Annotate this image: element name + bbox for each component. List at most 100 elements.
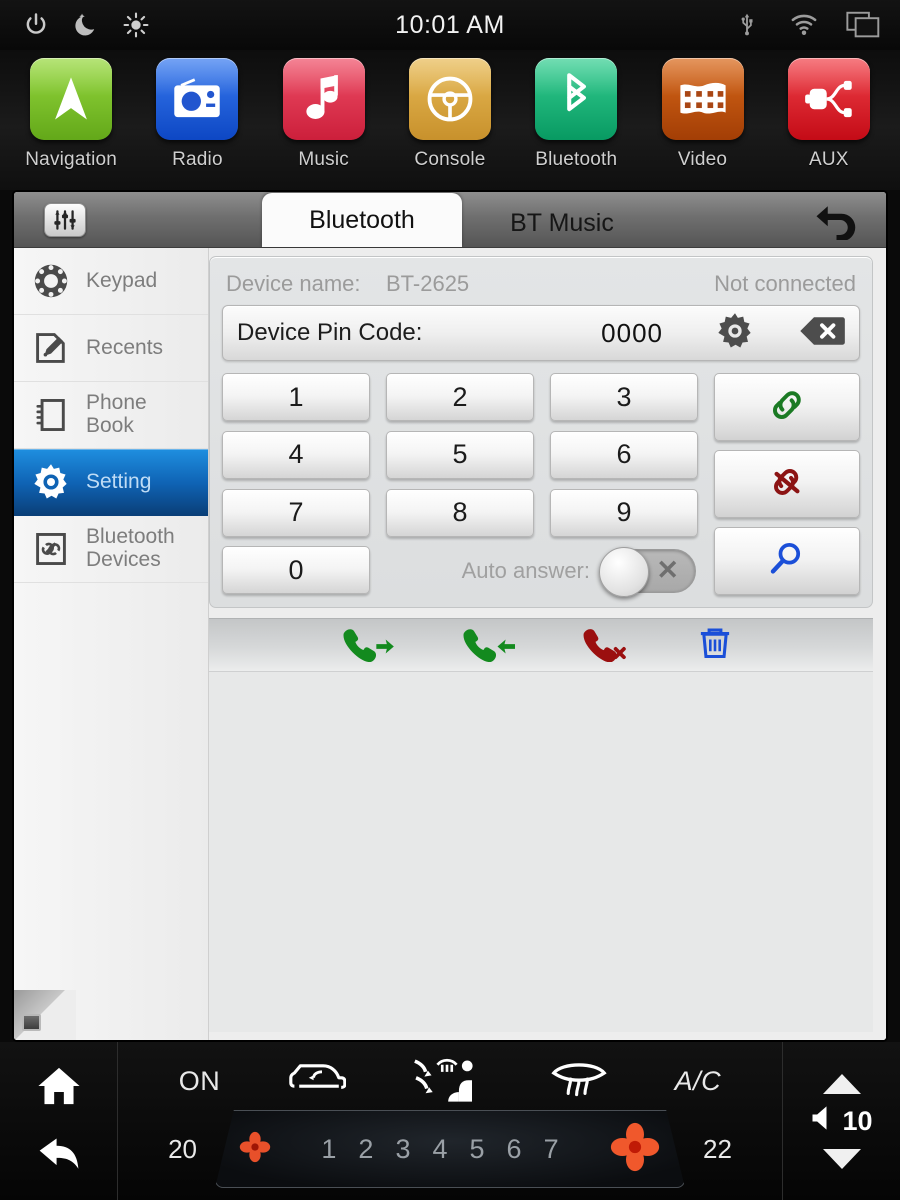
app-console[interactable]: Console bbox=[391, 58, 509, 171]
air-recirculate-icon[interactable] bbox=[286, 1058, 347, 1105]
fan-speed-panel[interactable]: 1 2 3 4 5 6 7 bbox=[215, 1110, 685, 1188]
triangle-up-icon[interactable] bbox=[822, 1073, 861, 1094]
equalizer-icon[interactable] bbox=[44, 202, 86, 237]
app-aux[interactable]: AUX bbox=[770, 58, 888, 171]
search-button[interactable] bbox=[714, 527, 860, 595]
delete-button[interactable] bbox=[695, 623, 735, 668]
rear-defrost-icon[interactable] bbox=[549, 1057, 609, 1106]
climate-on-label[interactable]: ON bbox=[179, 1066, 221, 1097]
outgoing-call-button[interactable] bbox=[339, 624, 395, 667]
backspace-icon[interactable] bbox=[799, 315, 845, 352]
fan-level[interactable]: 3 bbox=[395, 1135, 410, 1163]
key-5[interactable]: 5 bbox=[386, 430, 534, 479]
music-note-icon bbox=[282, 58, 365, 140]
auto-answer-toggle[interactable]: ✕ bbox=[599, 546, 696, 597]
temp-left[interactable]: 20 bbox=[168, 1134, 197, 1165]
magnifier-icon bbox=[766, 538, 808, 585]
sidebar-item-label: Phone Book bbox=[86, 391, 147, 437]
incoming-call-button[interactable] bbox=[459, 624, 515, 667]
fan-icon[interactable] bbox=[238, 1130, 272, 1169]
sidebar: Keypad Recents Phone Book Setting Blueto… bbox=[14, 248, 209, 1040]
key-7[interactable]: 7 bbox=[222, 488, 370, 537]
app-label: Music bbox=[298, 149, 350, 170]
sidebar-item-label: Bluetooth Devices bbox=[86, 525, 175, 571]
usb-icon bbox=[734, 11, 762, 39]
app-label: Video bbox=[677, 149, 728, 170]
app-label: Console bbox=[414, 149, 486, 170]
status-bar: 10:01 AM bbox=[0, 0, 900, 50]
tab-bluetooth[interactable]: Bluetooth bbox=[262, 193, 462, 247]
sidebar-item-recents[interactable]: Recents bbox=[14, 315, 208, 382]
volume-readout: 10 bbox=[810, 1104, 873, 1139]
tab-bt-music[interactable]: BT Music bbox=[462, 199, 662, 247]
fan-level-list: 1 2 3 4 5 6 7 bbox=[321, 1135, 559, 1163]
key-1[interactable]: 1 bbox=[222, 373, 370, 421]
app-launcher: Navigation Radio Music Console Bluetooth bbox=[0, 50, 900, 190]
app-label: Bluetooth bbox=[535, 149, 618, 170]
key-2[interactable]: 2 bbox=[386, 373, 534, 421]
triangle-down-icon[interactable] bbox=[822, 1148, 861, 1169]
phone-book-icon bbox=[30, 394, 72, 436]
connection-status: Not connected bbox=[714, 271, 856, 296]
fan-icon[interactable] bbox=[608, 1120, 662, 1179]
pin-code-value: 0000 bbox=[601, 317, 663, 348]
infotainment-screen: 10:01 AM Navigation Radio Music Console … bbox=[0, 0, 900, 1200]
key-3[interactable]: 3 bbox=[550, 373, 698, 421]
key-8[interactable]: 8 bbox=[386, 488, 534, 537]
fan-level[interactable]: 6 bbox=[507, 1135, 522, 1163]
end-call-button[interactable] bbox=[579, 624, 631, 667]
window-resize-corner[interactable] bbox=[14, 990, 76, 1040]
keypad-zone: 1 2 3 4 5 6 7 8 9 0 Auto answer: ✕ bbox=[222, 373, 860, 597]
sidebar-item-label: Setting bbox=[86, 469, 152, 493]
multi-window-icon[interactable] bbox=[846, 11, 880, 39]
app-music[interactable]: Music bbox=[265, 58, 383, 171]
app-radio[interactable]: Radio bbox=[138, 58, 256, 171]
climate-icon-row: ON A/C bbox=[118, 1042, 782, 1114]
fan-level[interactable]: 5 bbox=[470, 1135, 485, 1163]
fan-level[interactable]: 2 bbox=[358, 1135, 373, 1163]
bluetooth-app-window: Bluetooth BT Music Keypad Recents Phone … bbox=[14, 192, 886, 1040]
device-name-value: BT-2625 bbox=[386, 271, 470, 296]
key-6[interactable]: 6 bbox=[550, 430, 698, 479]
disconnect-button[interactable] bbox=[714, 450, 860, 518]
bluetooth-settings-card: Device name: BT-2625 Not connected Devic… bbox=[209, 256, 873, 608]
device-list-area[interactable] bbox=[209, 672, 873, 1032]
fan-level[interactable]: 7 bbox=[544, 1135, 559, 1163]
app-video[interactable]: Video bbox=[644, 58, 762, 171]
auto-answer-row: Auto answer: ✕ bbox=[386, 546, 698, 597]
window-body: Keypad Recents Phone Book Setting Blueto… bbox=[14, 248, 886, 1040]
app-navigation[interactable]: Navigation bbox=[12, 58, 130, 171]
toggle-knob bbox=[599, 546, 649, 597]
gear-icon[interactable] bbox=[715, 311, 755, 356]
corner-square-icon bbox=[22, 1014, 41, 1031]
app-label: Navigation bbox=[25, 149, 118, 170]
steering-wheel-icon bbox=[408, 58, 491, 140]
sidebar-item-setting[interactable]: Setting bbox=[14, 449, 208, 516]
auto-answer-label: Auto answer: bbox=[461, 557, 590, 583]
connect-button[interactable] bbox=[714, 373, 860, 441]
app-bluetooth[interactable]: Bluetooth bbox=[517, 58, 635, 171]
back-arrow-icon[interactable] bbox=[810, 200, 858, 245]
back-arrow-icon[interactable] bbox=[36, 1134, 82, 1177]
navigation-arrow-icon bbox=[30, 58, 113, 140]
chain-link-icon bbox=[30, 528, 72, 570]
key-4[interactable]: 4 bbox=[222, 430, 370, 479]
note-pencil-icon bbox=[30, 327, 72, 369]
sidebar-item-label: Keypad bbox=[86, 268, 158, 292]
tab-bar: Bluetooth BT Music bbox=[262, 193, 662, 247]
toggle-off-symbol: ✕ bbox=[656, 555, 679, 586]
fan-level[interactable]: 4 bbox=[432, 1135, 447, 1163]
key-9[interactable]: 9 bbox=[550, 488, 698, 537]
volume-value: 10 bbox=[842, 1105, 873, 1136]
sidebar-item-phone-book[interactable]: Phone Book bbox=[14, 382, 208, 449]
sidebar-item-keypad[interactable]: Keypad bbox=[14, 248, 208, 315]
wifi-icon bbox=[790, 11, 818, 39]
fan-level[interactable]: 1 bbox=[321, 1135, 336, 1163]
airflow-body-icon[interactable] bbox=[411, 1054, 483, 1109]
home-icon[interactable] bbox=[36, 1065, 82, 1112]
key-0[interactable]: 0 bbox=[222, 546, 370, 595]
bluetooth-icon bbox=[535, 58, 618, 140]
ac-label[interactable]: A/C bbox=[675, 1066, 722, 1097]
sidebar-item-bluetooth-devices[interactable]: Bluetooth Devices bbox=[14, 516, 208, 583]
temp-right[interactable]: 22 bbox=[703, 1134, 732, 1165]
